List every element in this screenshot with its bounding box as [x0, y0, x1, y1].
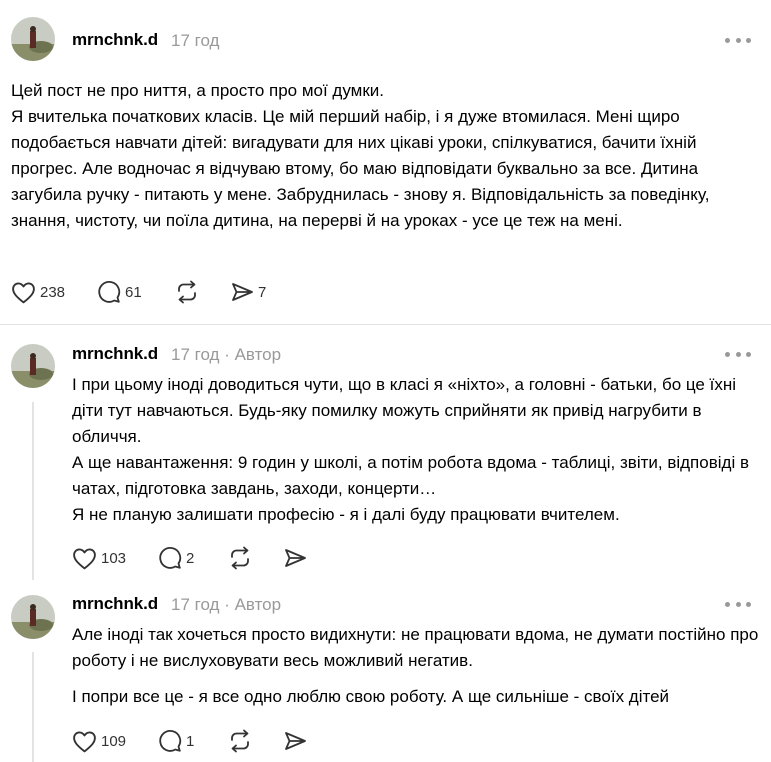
comment-icon	[159, 547, 182, 569]
post-time: 17 год · Автор	[171, 345, 281, 365]
more-icon[interactable]	[725, 599, 751, 609]
like-button[interactable]: 103	[72, 547, 158, 570]
time-text: 17 год	[171, 345, 220, 364]
share-icon	[285, 732, 306, 750]
like-count: 109	[101, 732, 127, 750]
author-label: · Автор	[224, 595, 282, 614]
repost-button[interactable]	[174, 280, 230, 304]
share-count: 7	[258, 283, 267, 301]
like-button[interactable]: 109	[72, 730, 158, 753]
post-body: І при цьому іноді доводиться чути, що в …	[72, 372, 762, 528]
reply-count: 2	[186, 549, 195, 567]
share-button[interactable]	[283, 730, 311, 752]
post-paragraph: Але іноді так хочеться просто видихнути:…	[72, 625, 759, 670]
comment-icon	[159, 730, 182, 752]
repost-icon	[178, 280, 196, 304]
share-icon	[232, 283, 253, 301]
like-count: 103	[101, 549, 127, 567]
post-actions: 103 2	[72, 544, 311, 572]
reply-button[interactable]: 61	[97, 280, 174, 304]
post-body: Але іноді так хочеться просто видихнути:…	[72, 622, 762, 710]
avatar[interactable]	[11, 595, 55, 639]
avatar[interactable]	[11, 344, 55, 388]
share-icon	[285, 549, 306, 567]
heart-icon	[73, 731, 96, 752]
post-paragraph: І при цьому іноді доводиться чути, що в …	[72, 375, 736, 446]
repost-button[interactable]	[227, 729, 283, 753]
comment-icon	[98, 281, 121, 303]
reply-count: 61	[125, 283, 142, 301]
username[interactable]: mrnchnk.d	[72, 594, 158, 614]
repost-icon	[231, 729, 249, 753]
post-paragraph: І попри все це - я все одно люблю свою р…	[72, 687, 670, 706]
avatar[interactable]	[11, 17, 55, 61]
like-button[interactable]: 238	[11, 281, 97, 304]
post-time: 17 год	[171, 31, 220, 50]
post-actions: 238 61 7	[11, 278, 266, 306]
username[interactable]: mrnchnk.d	[72, 344, 158, 364]
post-body: Цей пост не про ниття, а просто про мої …	[11, 78, 761, 234]
reply-button[interactable]: 1	[158, 729, 227, 753]
time-text: 17 год	[171, 595, 220, 614]
heart-icon	[12, 282, 35, 303]
post-paragraph: Я не планую залишати професію - я і далі…	[72, 505, 620, 524]
repost-button[interactable]	[227, 546, 283, 570]
post-paragraph: Я вчителька початкових класів. Це мій пе…	[11, 107, 710, 230]
thread-line	[32, 402, 34, 580]
more-icon[interactable]	[725, 349, 751, 359]
share-button[interactable]	[283, 547, 311, 569]
thread-line	[32, 652, 34, 762]
post-time: 17 год · Автор	[171, 595, 281, 615]
post-1: mrnchnk.d 17 год Цей пост не про ниття, …	[0, 0, 771, 324]
like-count: 238	[40, 283, 66, 301]
heart-icon	[73, 548, 96, 569]
post-actions: 109 1	[72, 727, 311, 755]
post-2: mrnchnk.d 17 год · Автор І при цьому іно…	[0, 325, 771, 585]
post-paragraph: Цей пост не про ниття, а просто про мої …	[11, 81, 384, 100]
reply-button[interactable]: 2	[158, 546, 227, 570]
post-paragraph: А ще навантаження: 9 годин у школі, а по…	[72, 453, 749, 498]
repost-icon	[231, 546, 249, 570]
username[interactable]: mrnchnk.d	[72, 30, 158, 50]
post-3: mrnchnk.d 17 год · Автор Але іноді так х…	[0, 585, 771, 762]
share-button[interactable]: 7	[230, 281, 266, 303]
reply-count: 1	[186, 732, 195, 750]
author-label: · Автор	[224, 345, 282, 364]
more-icon[interactable]	[725, 35, 751, 45]
